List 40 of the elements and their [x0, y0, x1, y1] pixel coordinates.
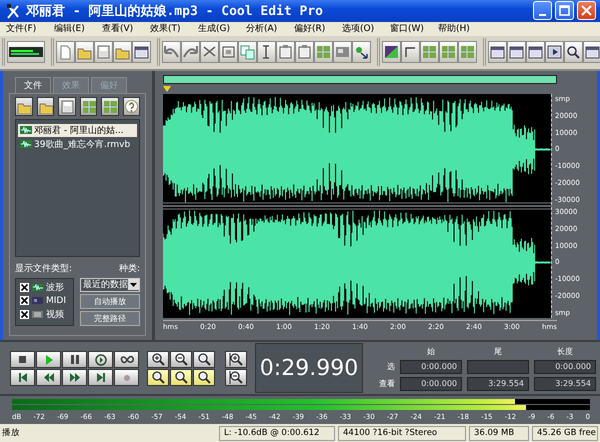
file-item[interactable]: 39歌曲_难忘今宵.rmvb [18, 138, 137, 151]
status-cell: 45.26 GB free [532, 426, 598, 440]
sort-label: 种类: [118, 262, 140, 275]
file-type-label: 波形 [46, 282, 64, 294]
time-display: 0:29.990 [255, 343, 363, 394]
menu-item[interactable]: 文件(F) [6, 22, 54, 36]
menu-item[interactable]: 偏好(R) [294, 22, 342, 36]
status-cell: 44100 ?16-bit ?Stereo [338, 426, 466, 440]
file-name: 39歌曲_难忘今宵.rmvb [34, 138, 130, 151]
row-label: 查看 [378, 378, 395, 390]
window-title: 邓丽君 - 阿里山的姑娘.mp3 - Cool Edit Pro [26, 2, 324, 20]
menu-item[interactable]: 分析(A) [246, 22, 294, 36]
begin-time-field[interactable]: 0:00.000 [400, 376, 462, 391]
menu-item[interactable]: 查看(V) [102, 22, 150, 36]
column-header: 尾 [493, 346, 503, 357]
sort-dropdown[interactable]: 最近的数据 [80, 278, 140, 292]
column-header: 始 [426, 346, 436, 357]
row-label: 选 [386, 361, 395, 372]
column-header: 长度 [556, 346, 574, 357]
menu-item[interactable]: 生成(G) [198, 22, 246, 36]
file-name: 邓丽君 - 阿里山的姑... [34, 124, 124, 137]
menu-item[interactable]: 帮助(H) [438, 22, 486, 36]
organizer-tab[interactable]: 文件 [15, 76, 51, 93]
status-cell: L: -10.6dB @ 0:00.612 [219, 426, 335, 440]
status-cell: 36.09 MB [469, 426, 529, 440]
length-field[interactable]: 0:00.000 [534, 360, 596, 374]
begin-time-field[interactable]: 0:00.000 [400, 360, 462, 374]
file-type-label: MIDI [46, 296, 66, 306]
status-text: 播放 [2, 427, 21, 439]
end-time-field[interactable]: 3:29.554 [467, 376, 529, 391]
menu-item[interactable]: 窗口(W) [390, 22, 438, 36]
file-type-label: 视频 [46, 308, 64, 321]
length-field[interactable]: 3:29.554 [534, 376, 596, 391]
menu-item[interactable]: 效果(T) [150, 22, 198, 36]
file-types-label: 显示文件类型: [15, 262, 72, 275]
organizer-button[interactable]: 自动播放 [80, 294, 140, 309]
menu-item[interactable]: 选项(O) [342, 22, 390, 36]
file-item[interactable]: 邓丽君 - 阿里山的姑... [18, 124, 137, 137]
organizer-button[interactable]: 完整路径 [80, 310, 140, 326]
menu-item[interactable]: 编辑(E) [54, 22, 102, 36]
